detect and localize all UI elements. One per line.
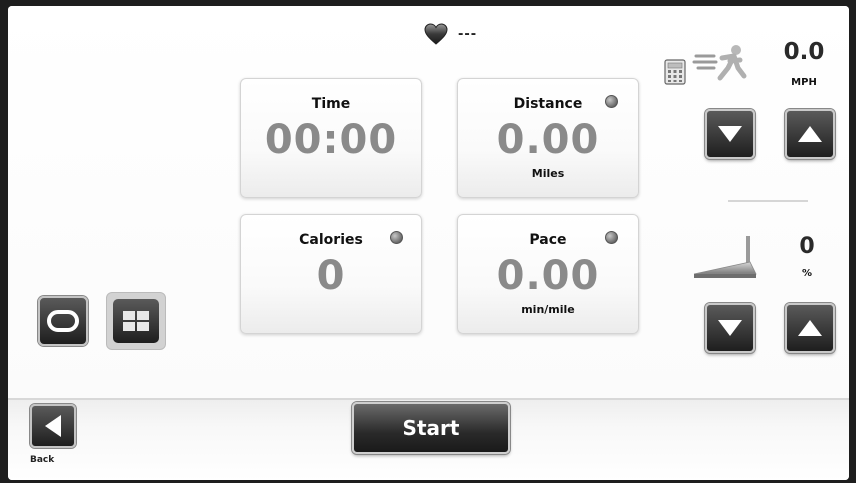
speed-down-button[interactable]: [705, 109, 755, 159]
heart-rate-value: ---: [458, 26, 478, 42]
speed-value: 0.0: [783, 39, 825, 65]
calories-tile[interactable]: Calories 0: [240, 214, 422, 334]
pace-unit: min/mile: [521, 303, 575, 316]
workout-dashboard: --- Time 00:00 Distance 0.00 Miles Calor…: [8, 6, 849, 398]
calories-label: Calories: [299, 232, 363, 248]
incline-down-button[interactable]: [705, 303, 755, 353]
arrow-down-icon: [718, 320, 742, 336]
arrow-down-icon: [718, 126, 742, 142]
pace-tile[interactable]: Pace 0.00 min/mile: [457, 214, 639, 334]
distance-value: 0.00: [496, 117, 600, 163]
incline-unit: %: [801, 268, 813, 279]
track-view-button[interactable]: [38, 296, 88, 346]
calories-value: 0: [316, 253, 346, 299]
incline-up-button[interactable]: [785, 303, 835, 353]
arrow-up-icon: [798, 126, 822, 142]
distance-tile[interactable]: Distance 0.00 Miles: [457, 78, 639, 198]
distance-label: Distance: [513, 96, 583, 112]
heart-icon: [424, 23, 448, 45]
incline-icon: [693, 236, 757, 278]
speed-unit: MPH: [791, 77, 817, 88]
arrow-up-icon: [798, 320, 822, 336]
distance-unit: Miles: [531, 167, 565, 180]
speed-up-button[interactable]: [785, 109, 835, 159]
start-button[interactable]: Start: [352, 402, 510, 454]
time-label: Time: [311, 96, 351, 112]
back-arrow-icon: [45, 415, 61, 437]
controls-divider: [728, 200, 808, 202]
time-tile[interactable]: Time 00:00: [240, 78, 422, 198]
time-value: 00:00: [264, 117, 398, 163]
grid-icon: [123, 311, 149, 331]
track-oval-icon: [47, 310, 79, 332]
heart-rate-display: ---: [424, 23, 477, 45]
incline-value: 0: [799, 234, 815, 259]
back-label: Back: [30, 455, 55, 465]
calculator-icon[interactable]: [664, 59, 686, 85]
pace-value: 0.00: [496, 253, 600, 299]
grid-view-button[interactable]: [106, 292, 166, 350]
back-button[interactable]: [30, 404, 76, 448]
runner-icon: [692, 45, 747, 81]
pace-label: Pace: [529, 232, 567, 248]
